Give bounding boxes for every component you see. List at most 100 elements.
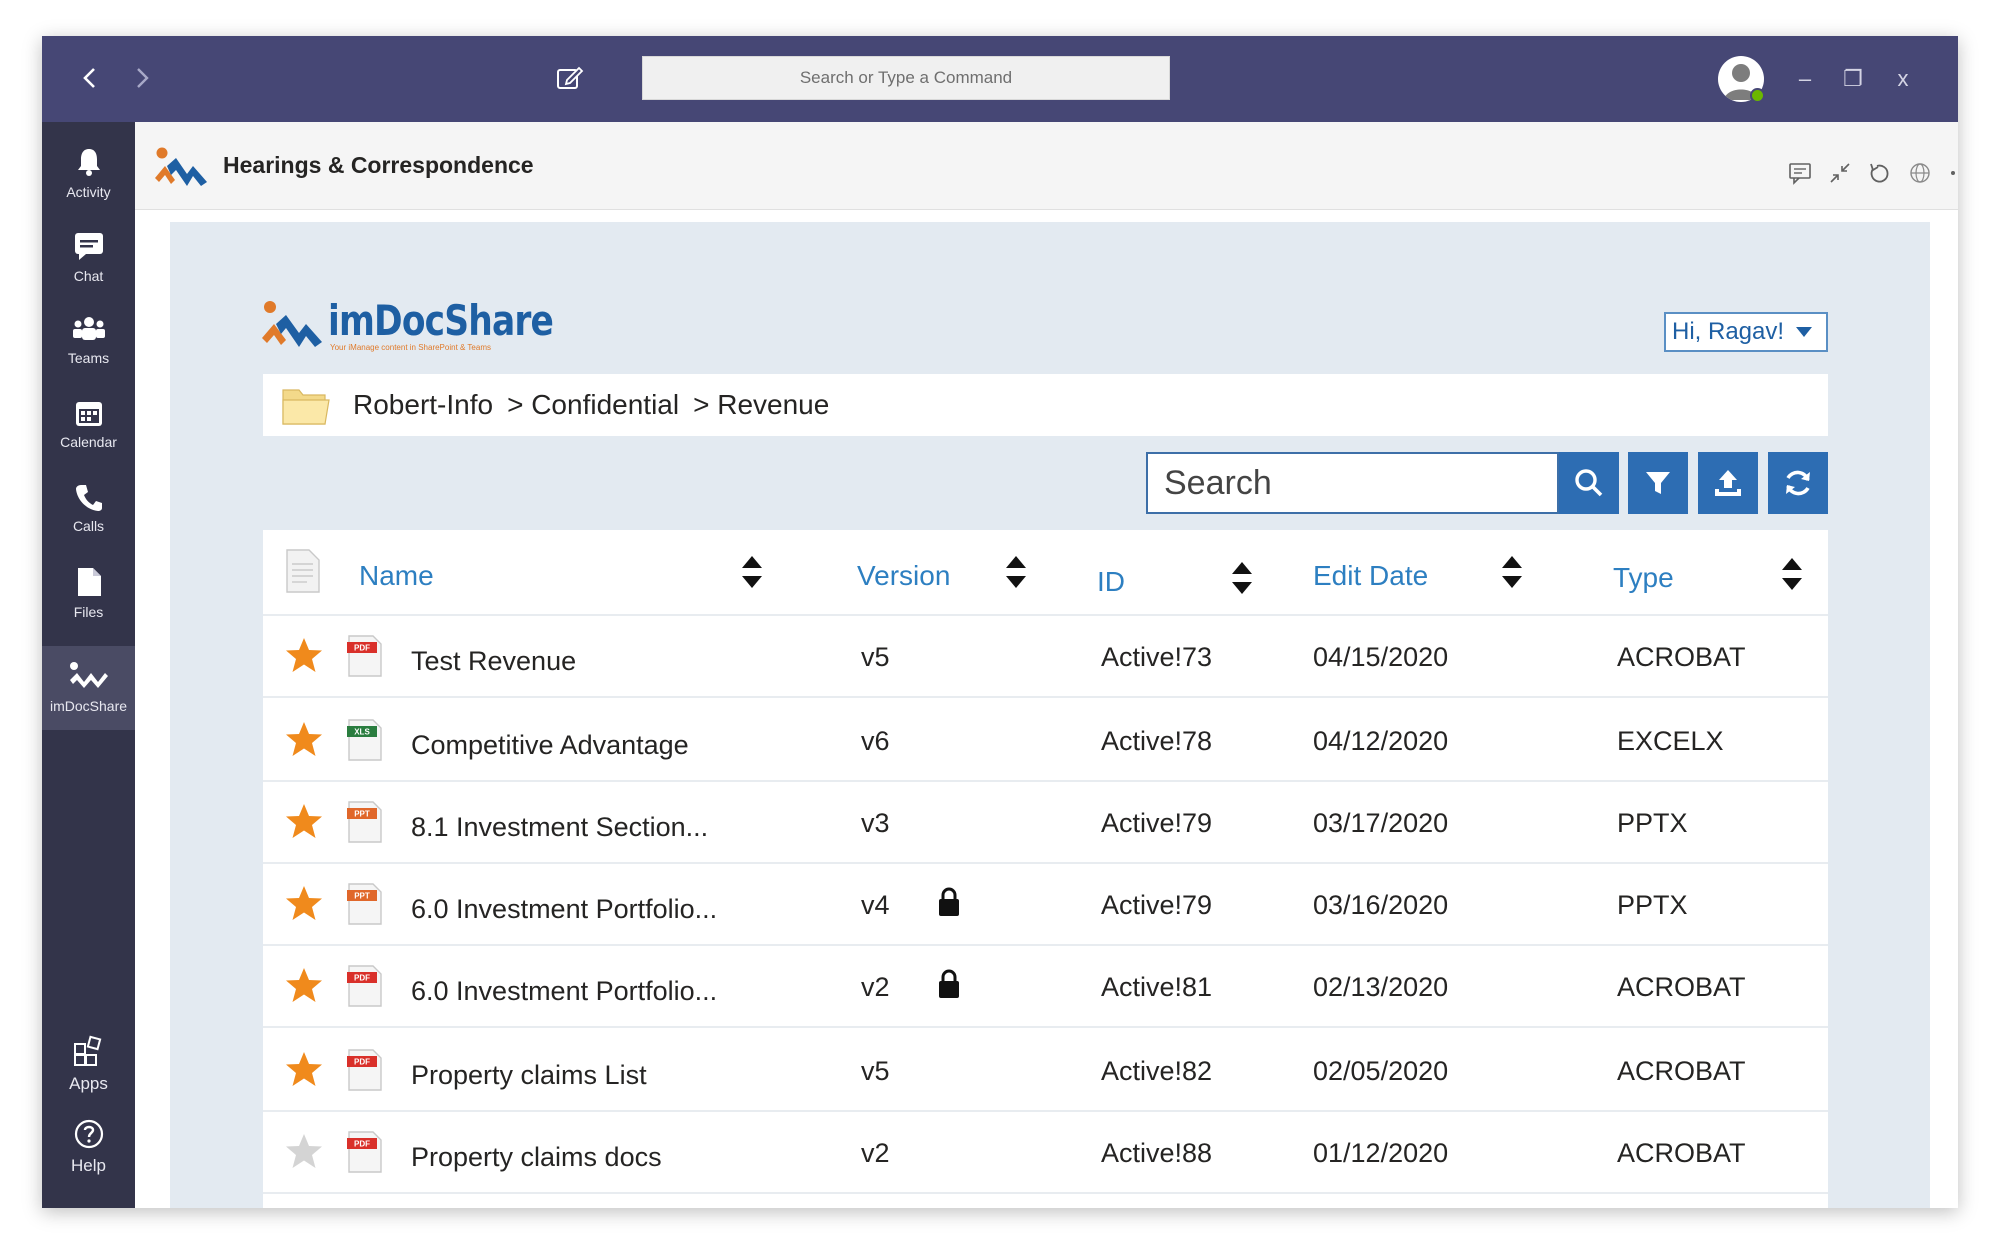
rail-item-activity[interactable]: Activity: [42, 146, 135, 200]
search-button[interactable]: [1559, 452, 1619, 514]
rail-item-label: Apps: [69, 1074, 108, 1093]
pdf-file-icon: PDF: [347, 1049, 382, 1091]
refresh-button[interactable]: [1768, 452, 1828, 514]
table-row[interactable]: PDF Property claims docs v2 Active!88 01/12/…: [263, 1112, 1828, 1194]
file-name[interactable]: Property claims docs: [411, 1142, 662, 1173]
maximize-button[interactable]: ❐: [1838, 64, 1868, 94]
search-input[interactable]: Search: [1146, 452, 1559, 514]
teams-icon: [72, 317, 105, 340]
ppt-file-icon: PPT: [347, 883, 382, 925]
star-filled-icon[interactable]: [285, 720, 323, 758]
chevron-left-icon[interactable]: [70, 58, 110, 98]
rail-item-teams[interactable]: Teams: [42, 314, 135, 366]
table-row[interactable]: PDF Test Revenue v5 Active!73 04/15/2020 ACRO…: [263, 616, 1828, 698]
imdocshare-icon: [69, 662, 108, 688]
sort-icon[interactable]: [1781, 556, 1803, 592]
user-menu-dropdown[interactable]: Hi, Ragav!: [1664, 312, 1828, 352]
breadcrumb-item[interactable]: > Revenue: [693, 389, 829, 421]
rail-item-help[interactable]: Help: [42, 1118, 135, 1176]
file-name[interactable]: 6.0 Investment Portfolio...: [411, 894, 717, 925]
file-edit-date: 04/15/2020: [1313, 642, 1449, 672]
column-header-edit-date[interactable]: Edit Date: [1313, 560, 1428, 592]
file-name[interactable]: Competitive Advantage: [411, 730, 689, 761]
column-header-version[interactable]: Version: [857, 560, 950, 592]
sort-icon[interactable]: [1005, 554, 1027, 590]
chevron-right-icon[interactable]: [122, 58, 162, 98]
breadcrumb-item[interactable]: Robert-Info: [353, 389, 493, 421]
file-id: Active!82: [1101, 1056, 1213, 1086]
star-filled-icon[interactable]: [285, 636, 323, 674]
conversation-icon[interactable]: [1787, 160, 1813, 186]
rail-item-imdocshare[interactable]: imDocShare: [42, 646, 135, 730]
file-name[interactable]: 8.1 Investment Section...: [411, 812, 708, 843]
rail-item-label: Files: [73, 604, 104, 620]
phone-icon: [75, 485, 102, 511]
xls-file-icon: XLS: [347, 719, 382, 761]
rail-item-label: Activity: [66, 184, 111, 200]
refresh-icon: [1786, 470, 1810, 496]
file-version: v2: [861, 1138, 890, 1168]
column-header-name[interactable]: Name: [359, 560, 434, 592]
sort-icon[interactable]: [1501, 554, 1523, 590]
apps-icon: [73, 1035, 101, 1066]
file-name[interactable]: Property claims List: [411, 1060, 647, 1091]
user-greeting: Hi, Ragav!: [1672, 318, 1785, 345]
upload-icon: [1715, 470, 1741, 496]
star-filled-icon[interactable]: [285, 1050, 323, 1088]
file-name[interactable]: Test Revenue: [411, 646, 576, 677]
table-row[interactable]: XLS Competitive Advantage v6 Active!78 04/12…: [263, 700, 1828, 782]
filter-button[interactable]: [1628, 452, 1688, 514]
svg-text:XLS: XLS: [354, 728, 370, 737]
rail-item-calls[interactable]: Calls: [42, 482, 135, 534]
column-header-type[interactable]: Type: [1613, 562, 1674, 594]
pdf-file-icon: PDF: [347, 965, 382, 1007]
file-edit-date: 02/13/2020: [1313, 972, 1449, 1002]
compose-icon[interactable]: [550, 58, 590, 98]
minimize-button[interactable]: –: [1790, 64, 1820, 94]
star-filled-icon[interactable]: [285, 884, 323, 922]
table-row[interactable]: PPT 8.1 Investment Section... v3 Active!79 0…: [263, 782, 1828, 864]
rail-item-apps[interactable]: Apps: [42, 1034, 135, 1094]
close-button[interactable]: x: [1888, 64, 1918, 94]
file-type: PPTX: [1617, 808, 1688, 838]
rail-item-files[interactable]: Files: [42, 566, 135, 620]
brand-tagline: Your iManage content in SharePoint & Tea…: [330, 343, 491, 352]
rail-item-label: Chat: [73, 268, 104, 284]
reload-icon[interactable]: [1867, 160, 1893, 186]
rail-item-chat[interactable]: Chat: [42, 230, 135, 284]
lock-icon: [939, 887, 959, 916]
table-row[interactable]: PDF Property claims List v5 Active!82 02/05/…: [263, 1030, 1828, 1112]
star-filled-icon[interactable]: [285, 802, 323, 840]
upload-button[interactable]: [1698, 452, 1758, 514]
star-filled-icon[interactable]: [285, 966, 323, 1004]
file-id: Active!78: [1101, 726, 1213, 756]
file-id: Active!81: [1101, 972, 1213, 1002]
lock-icon: [939, 969, 959, 998]
app-rail: Activity Chat Teams Calendar Calls Files…: [42, 122, 135, 1208]
breadcrumb-item[interactable]: > Confidential: [507, 389, 679, 421]
more-options-icon[interactable]: [1947, 160, 1958, 186]
column-header-id[interactable]: ID: [1097, 566, 1125, 598]
star-empty-icon[interactable]: [285, 1132, 323, 1170]
sort-icon[interactable]: [1231, 560, 1253, 596]
table-row[interactable]: PDF 6.0 Investment Portfolio... v2 Active!8…: [263, 946, 1828, 1028]
presence-available-icon: [1750, 88, 1765, 103]
rail-item-label: Help: [71, 1156, 106, 1175]
file-type: PPTX: [1617, 890, 1688, 920]
file-version: v4: [861, 890, 890, 920]
imdocshare-logo-icon: [262, 301, 322, 347]
rail-item-calendar[interactable]: Calendar: [42, 398, 135, 450]
rail-item-label: Teams: [67, 350, 110, 366]
collapse-icon[interactable]: [1827, 160, 1853, 186]
sort-icon[interactable]: [741, 554, 763, 590]
pdf-file-icon: PDF: [347, 635, 382, 677]
command-search-input[interactable]: Search or Type a Command: [642, 56, 1170, 100]
table-row[interactable]: PPT 6.0 Investment Portfolio... v4 Active!7…: [263, 864, 1828, 946]
file-name[interactable]: 6.0 Investment Portfolio...: [411, 976, 717, 1007]
file-type: ACROBAT: [1617, 642, 1746, 672]
svg-text:PDF: PDF: [354, 974, 370, 983]
file-id: Active!79: [1101, 890, 1213, 920]
svg-text:PDF: PDF: [354, 1058, 370, 1067]
globe-icon[interactable]: [1907, 160, 1933, 186]
file-version: v5: [861, 1056, 890, 1086]
